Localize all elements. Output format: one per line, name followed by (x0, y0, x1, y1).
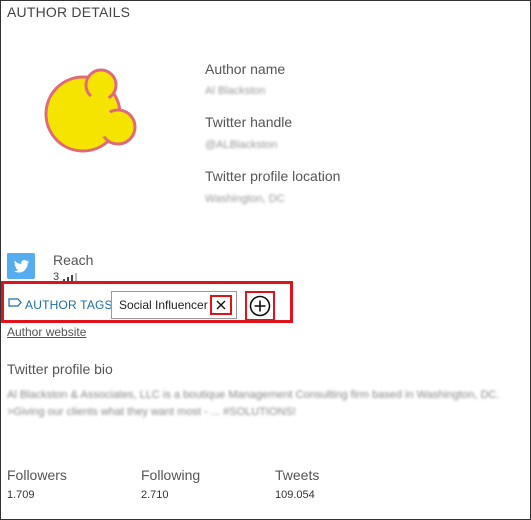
author-name-value: Al Blackston (205, 85, 266, 97)
author-details-panel: AUTHOR DETAILS Author name Al Blackston … (0, 0, 531, 520)
tag-icon (8, 298, 22, 307)
twitter-handle-value: @ALBlackston (205, 139, 278, 151)
twitter-location-value: Washington, DC (205, 193, 285, 205)
twitter-bio-label: Twitter profile bio (7, 361, 113, 377)
section-title: AUTHOR DETAILS (7, 4, 131, 20)
remove-tag-button[interactable] (210, 295, 232, 315)
following-value: 2.710 (141, 489, 169, 501)
author-website-link[interactable]: Author website (7, 325, 86, 339)
followers-label: Followers (7, 467, 67, 483)
tweets-value: 109.054 (275, 489, 315, 501)
following-label: Following (141, 467, 201, 483)
add-circle-icon (249, 295, 271, 317)
author-tags-label[interactable]: AUTHOR TAGS (25, 298, 113, 312)
twitter-icon (7, 253, 35, 279)
reach-label: Reach (53, 252, 94, 268)
tweets-label: Tweets (275, 467, 320, 483)
followers-value: 1.709 (7, 489, 35, 501)
twitter-bio-text: Al Blackston & Associates, LLC is a bout… (7, 389, 500, 418)
tag-chip-label: Social Influencer (119, 298, 208, 312)
author-name-label: Author name (205, 61, 286, 77)
twitter-location-label: Twitter profile location (205, 168, 341, 184)
close-icon (216, 300, 226, 310)
add-tag-button[interactable] (245, 291, 275, 321)
author-avatar (44, 68, 137, 153)
twitter-handle-label: Twitter handle (205, 114, 293, 130)
